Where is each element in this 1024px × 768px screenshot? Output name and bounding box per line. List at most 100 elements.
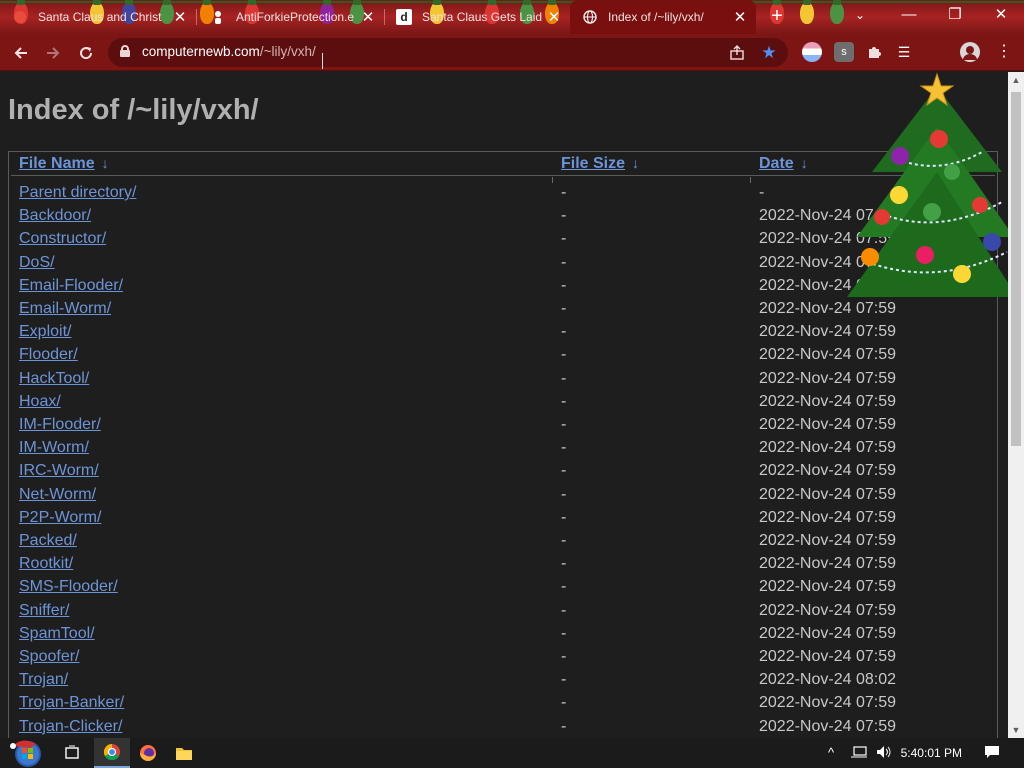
file-link[interactable]: Net-Worm/ — [19, 486, 96, 504]
start-button[interactable] — [8, 738, 46, 768]
file-link[interactable]: IM-Flooder/ — [19, 416, 101, 434]
file-link[interactable]: Sniffer/ — [19, 602, 69, 620]
file-link[interactable]: Exploit/ — [19, 323, 71, 341]
file-link[interactable]: SMS-Flooder/ — [19, 578, 118, 596]
firefox-icon[interactable] — [130, 738, 166, 768]
tray-chevron-up-icon[interactable]: ^ — [828, 745, 834, 760]
table-row: Trojan/ - 2022-Nov-24 08:02 — [9, 668, 995, 691]
file-link[interactable]: IM-Worm/ — [19, 439, 89, 457]
close-icon[interactable]: ✕ — [172, 8, 188, 26]
minimize-button[interactable]: — — [886, 0, 932, 30]
file-link[interactable]: P2P-Worm/ — [19, 509, 101, 527]
file-date: 2022-Nov-24 07:59 — [759, 323, 896, 341]
tab-0[interactable]: Santa Claus and Christ ✕ — [0, 0, 196, 34]
file-link[interactable]: Trojan-Banker/ — [19, 694, 124, 712]
file-link[interactable]: Packed/ — [19, 532, 77, 550]
volume-icon[interactable] — [876, 745, 892, 762]
network-icon[interactable] — [850, 745, 868, 762]
scroll-down-arrow-icon[interactable]: ▼ — [1008, 722, 1024, 738]
bookmark-star-icon[interactable]: ★ — [758, 42, 780, 64]
file-link[interactable]: Hoax/ — [19, 393, 61, 411]
table-row: Trojan-Banker/ - 2022-Nov-24 07:59 — [9, 691, 995, 714]
extension-s-icon[interactable]: s — [834, 42, 854, 62]
red-circle-icon — [12, 9, 28, 25]
notification-center-icon[interactable] — [984, 745, 1000, 762]
christmas-light-icon — [800, 0, 814, 24]
url-host: computernewb.com — [142, 44, 260, 59]
table-row: IRC-Worm/ - 2022-Nov-24 07:59 — [9, 459, 995, 482]
forward-arrow-icon[interactable] — [40, 40, 66, 66]
column-header-file-name[interactable]: File Name ↓ — [19, 155, 109, 173]
file-link[interactable]: Backdoor/ — [19, 207, 91, 225]
lock-icon[interactable] — [120, 45, 130, 57]
share-icon[interactable] — [726, 42, 748, 64]
reload-icon[interactable] — [73, 40, 99, 66]
table-row: Hoax/ - 2022-Nov-24 07:59 — [9, 390, 995, 413]
close-icon[interactable]: ✕ — [546, 8, 562, 26]
close-icon[interactable]: ✕ — [732, 8, 748, 26]
text-cursor-icon — [320, 53, 326, 69]
table-row: SpamTool/ - 2022-Nov-24 07:59 — [9, 622, 995, 645]
person-icon — [210, 9, 226, 25]
extensions-puzzle-icon[interactable] — [864, 42, 884, 62]
chrome-icon[interactable] — [94, 738, 130, 768]
file-link[interactable]: Rootkit/ — [19, 555, 73, 573]
tab-3-active[interactable]: Index of /~lily/vxh/ ✕ — [570, 0, 756, 34]
file-link[interactable]: Constructor/ — [19, 230, 106, 248]
close-icon[interactable]: ✕ — [360, 8, 376, 26]
column-header-label: Date — [759, 155, 794, 172]
file-date: 2022-Nov-24 07:59 — [759, 694, 896, 712]
file-date: 2022-Nov-24 07:59 — [759, 416, 896, 433]
task-view-icon[interactable] — [54, 738, 90, 768]
file-date: 2022-Nov-24 07:59 — [759, 439, 896, 457]
tab-search-chevron-icon[interactable]: ⌄ — [840, 0, 880, 30]
taskbar-clock[interactable]: 5:40:01 PM — [901, 746, 962, 760]
file-size: - — [561, 601, 567, 619]
file-link[interactable]: Email-Flooder/ — [19, 277, 123, 295]
file-link[interactable]: Flooder/ — [19, 346, 78, 364]
profile-avatar-icon[interactable] — [960, 42, 980, 62]
tab-1[interactable]: AntiForkieProtection.e ✕ — [198, 0, 384, 34]
column-header-file-size[interactable]: File Size ↓ — [561, 155, 639, 173]
file-link[interactable]: HackTool/ — [19, 370, 89, 388]
file-date: 2022-Nov-24 07:59 — [759, 648, 896, 665]
file-link[interactable]: SpamTool/ — [19, 625, 95, 643]
reading-list-icon[interactable]: ☰ — [894, 42, 914, 62]
file-link[interactable]: DoS/ — [19, 254, 55, 272]
file-link[interactable]: Spoofer/ — [19, 648, 79, 666]
file-date: 2022-Nov-24 07:59 — [759, 462, 896, 480]
table-row: Flooder/ - 2022-Nov-24 07:59 — [9, 343, 995, 366]
file-explorer-icon[interactable] — [166, 738, 202, 768]
column-header-date[interactable]: Date ↓ — [759, 155, 808, 173]
menu-kebab-icon[interactable]: ⋮ — [994, 42, 1014, 62]
file-size: - — [561, 323, 567, 341]
file-size: - — [561, 508, 567, 526]
file-link[interactable]: IRC-Worm/ — [19, 462, 99, 480]
tab-strip: Santa Claus and Christ ✕ AntiForkieProte… — [0, 0, 1024, 34]
table-row: HackTool/ - 2022-Nov-24 07:59 — [9, 367, 995, 390]
scrollbar-thumb[interactable] — [1011, 92, 1021, 446]
file-size: - — [561, 300, 567, 317]
new-tab-button[interactable]: + — [766, 5, 788, 27]
file-date: 2022-Nov-24 07:59 — [759, 346, 896, 364]
file-size: - — [561, 369, 567, 387]
vertical-scrollbar[interactable]: ▲ ▼ — [1008, 72, 1024, 738]
close-window-button[interactable]: ✕ — [978, 0, 1024, 30]
sort-arrow-icon: ↓ — [800, 155, 808, 171]
file-size: - — [561, 578, 567, 596]
tab-2[interactable]: d Santa Claus Gets Laid ✕ — [384, 0, 570, 34]
scroll-up-arrow-icon[interactable]: ▲ — [1008, 72, 1024, 88]
url-text[interactable]: computernewb.com/~lily/vxh/ — [142, 44, 316, 59]
profile-flag-icon[interactable] — [802, 42, 822, 62]
file-link[interactable]: Parent directory/ — [19, 184, 136, 202]
address-bar[interactable]: computernewb.com/~lily/vxh/ ★ — [108, 38, 788, 67]
windows-taskbar: ^ 5:40:01 PM — [0, 738, 1024, 768]
back-arrow-icon[interactable] — [8, 40, 34, 66]
file-link[interactable]: Trojan-Clicker/ — [19, 718, 122, 736]
file-link[interactable]: Trojan/ — [19, 671, 68, 689]
file-link[interactable]: Email-Worm/ — [19, 300, 111, 318]
restore-button[interactable]: ❐ — [932, 0, 978, 30]
file-size: - — [561, 276, 567, 294]
table-row: Sniffer/ - 2022-Nov-24 07:59 — [9, 599, 995, 622]
file-date: 2022-Nov-24 07:59 — [759, 392, 896, 410]
